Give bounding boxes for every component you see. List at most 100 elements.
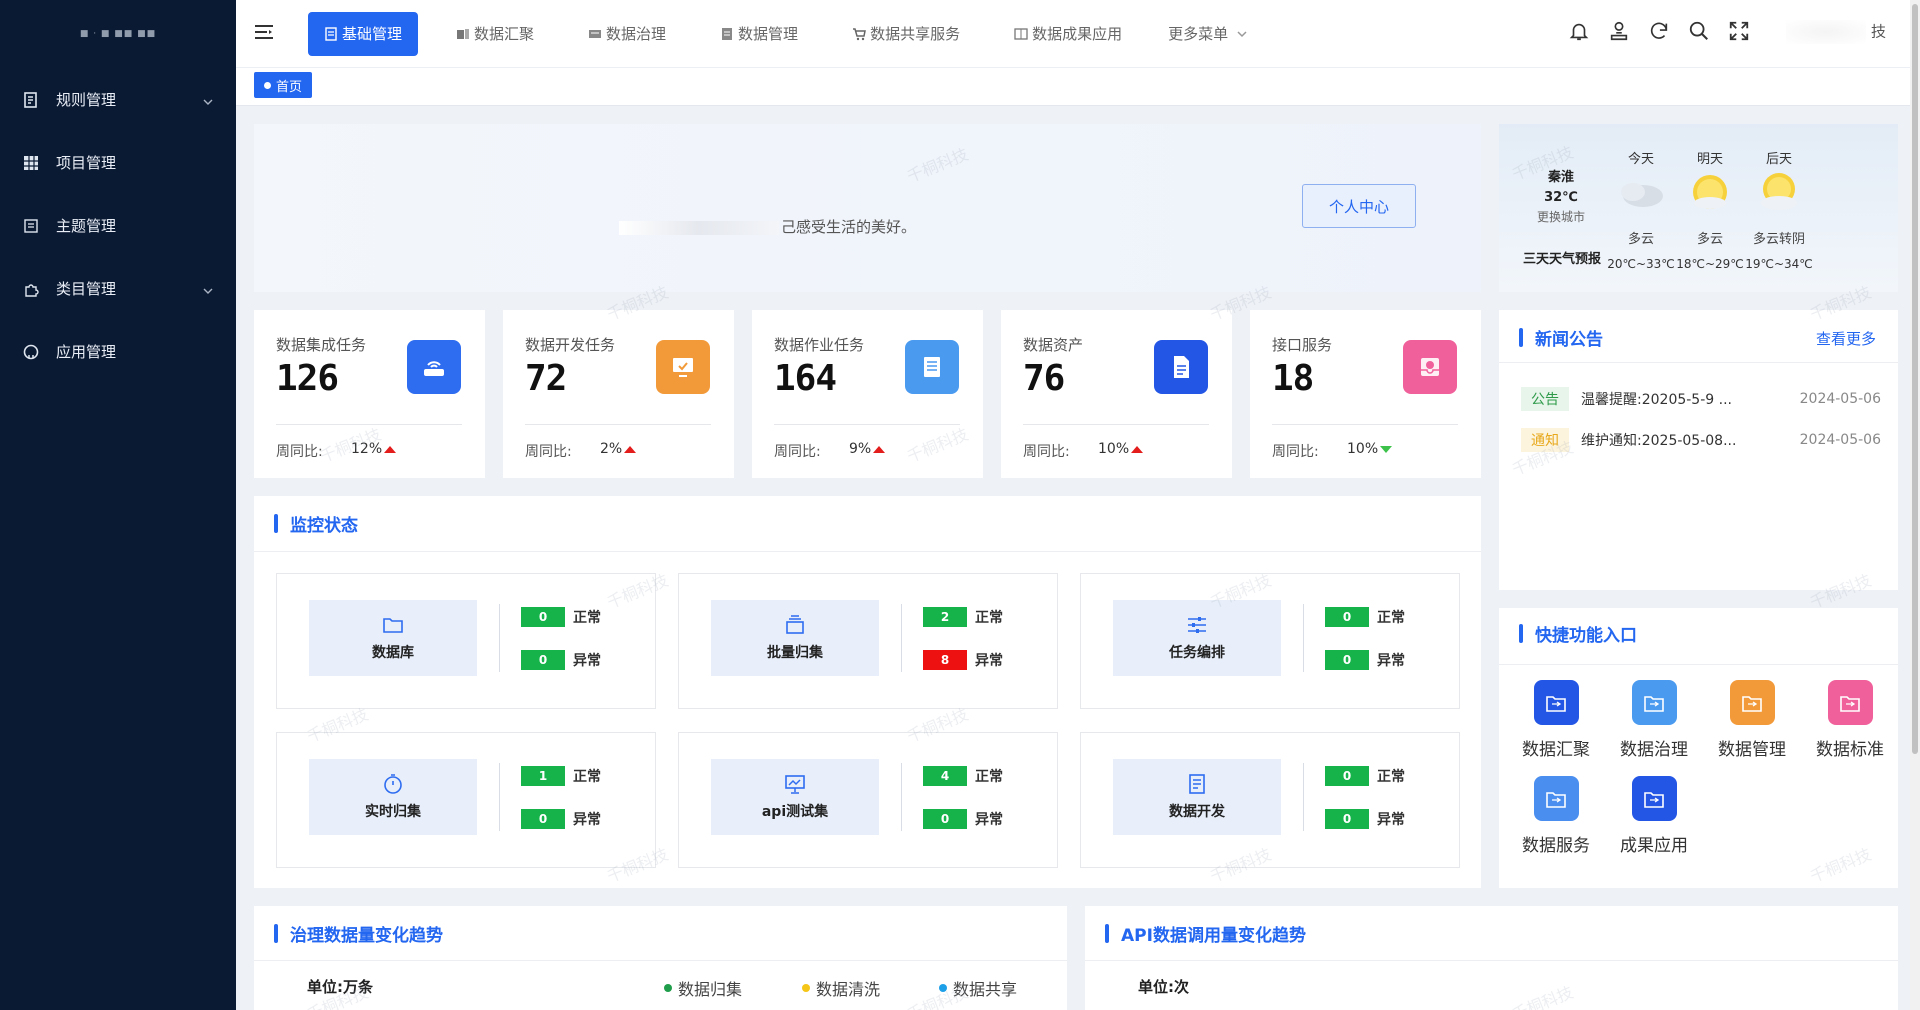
scrollbar-thumb[interactable] xyxy=(1912,4,1918,754)
forecast-day-label: 后天 xyxy=(1765,152,1792,167)
news-title-text: 新闻公告 xyxy=(1535,329,1603,350)
wow-percent: 10% xyxy=(1098,441,1130,457)
monitor-tile[interactable]: 数据开发 xyxy=(1113,759,1281,835)
collapse-menu-icon[interactable] xyxy=(254,24,278,44)
normal-label: 正常 xyxy=(975,769,1003,785)
monitor-tile[interactable]: api测试集 xyxy=(711,759,879,835)
fullscreen-icon[interactable] xyxy=(1728,20,1750,42)
abnormal-stat: 0 异常 xyxy=(923,809,1003,829)
folder-icon xyxy=(1631,776,1677,821)
welcome-banner: 己感受生活的美好。 个人中心 xyxy=(254,124,1481,292)
monitor-label: 数据开发 xyxy=(1169,804,1225,820)
sidebar-item-projects[interactable]: 项目管理 xyxy=(0,131,236,194)
news-tag: 公告 xyxy=(1521,387,1569,411)
monitor-tile[interactable]: 数据库 xyxy=(309,600,477,676)
abnormal-stat: 8 异常 xyxy=(923,650,1003,670)
quick-results-application[interactable]: 成果应用 xyxy=(1609,776,1699,856)
file-icon xyxy=(1154,340,1208,394)
trend-left-title-text: 治理数据量变化趋势 xyxy=(290,925,443,946)
quick-label: 数据汇聚 xyxy=(1522,740,1590,760)
app-logo[interactable]: ■ · ■ ■■ ■■ xyxy=(0,0,236,68)
integration-tasks-card[interactable]: 数据集成任务 126 周同比: 12% xyxy=(254,310,485,478)
tab-data-management[interactable]: 数据管理 xyxy=(704,12,814,56)
sidebar-item-topics[interactable]: 主题管理 xyxy=(0,194,236,257)
quick-data-aggregation[interactable]: 数据汇聚 xyxy=(1511,680,1601,760)
quick-data-standard[interactable]: 数据标准 xyxy=(1805,680,1895,760)
document-icon xyxy=(22,217,40,235)
job-tasks-card[interactable]: 数据作业任务 164 周同比: 9% xyxy=(752,310,983,478)
sidebar-item-label: 项目管理 xyxy=(56,154,117,172)
forecast-day-label: 今天 xyxy=(1627,152,1654,167)
page-scrollbar[interactable] xyxy=(1910,0,1920,1010)
welcome-message: 己感受生活的美好。 xyxy=(619,216,916,237)
more-menu-dropdown[interactable]: 更多菜单 xyxy=(1160,23,1256,44)
stat-title: 数据作业任务 xyxy=(774,336,865,354)
normal-stat: 2 正常 xyxy=(923,607,1003,627)
personal-center-button[interactable]: 个人中心 xyxy=(1302,184,1416,228)
tab-data-governance[interactable]: 数据治理 xyxy=(572,12,682,56)
avatar xyxy=(1786,20,1867,44)
monitor-tile[interactable]: 任务编排 xyxy=(1113,600,1281,676)
abnormal-label: 异常 xyxy=(1377,812,1405,828)
tab-basic-management[interactable]: 基础管理 xyxy=(308,11,419,56)
monitor-panel: 监控状态 数据库 0 正常 0 异常 批量归集 2 正常 8 异常 任务编排 0… xyxy=(254,496,1481,888)
list-doc-icon xyxy=(1186,773,1208,795)
presentation-icon xyxy=(784,773,806,795)
news-item[interactable]: 通知 维护通知:2025-05-08... 2024-05-06 xyxy=(1521,427,1881,453)
normal-stat: 0 正常 xyxy=(1325,766,1405,786)
bell-icon[interactable] xyxy=(1568,20,1590,42)
tab-data-results-application[interactable]: 数据成果应用 xyxy=(998,12,1138,56)
sidebar-item-categories[interactable]: 类目管理 xyxy=(0,257,236,320)
quick-data-service[interactable]: 数据服务 xyxy=(1511,776,1601,856)
normal-count-badge: 2 xyxy=(923,607,967,627)
stat-value: 72 xyxy=(525,358,567,399)
forecast-day: 今天 多云 20℃~33℃ xyxy=(1601,148,1681,271)
divider xyxy=(1085,960,1898,961)
monitor-icon xyxy=(656,340,710,394)
news-date: 2024-05-06 xyxy=(1799,391,1881,407)
weather-city-block: 秦淮 32℃ 更换城市 xyxy=(1529,166,1593,225)
news-item[interactable]: 公告 温馨提醒:20205-5-9 ... 2024-05-06 xyxy=(1521,386,1881,412)
tab-label: 数据治理 xyxy=(606,25,667,43)
tab-label: 基础管理 xyxy=(342,25,403,43)
tab-data-aggregation[interactable]: 数据汇聚 xyxy=(440,12,550,56)
book-icon xyxy=(905,340,959,394)
breadcrumb-home-tab[interactable]: 首页 xyxy=(254,72,313,98)
tab-data-sharing-service[interactable]: 数据共享服务 xyxy=(836,12,976,56)
legend-item[interactable]: 数据清洗 xyxy=(802,976,880,1000)
quick-data-governance[interactable]: 数据治理 xyxy=(1609,680,1699,760)
quick-label: 数据管理 xyxy=(1718,740,1786,760)
legend-item[interactable]: 数据共享 xyxy=(939,976,1017,1000)
stat-title: 数据集成任务 xyxy=(276,336,367,354)
user-menu[interactable]: 技 xyxy=(1786,20,1886,44)
divider xyxy=(254,551,1481,552)
abnormal-count-badge: 0 xyxy=(1325,809,1369,829)
monitor-label: 批量归集 xyxy=(767,645,823,661)
monitor-item: 数据开发 0 正常 0 异常 xyxy=(1080,732,1460,868)
chevron-down-icon xyxy=(1236,28,1248,40)
weather-city: 秦淮 xyxy=(1547,170,1574,185)
tab-icon xyxy=(456,27,470,41)
data-assets-card[interactable]: 数据资产 76 周同比: 10% xyxy=(1001,310,1232,478)
development-tasks-card[interactable]: 数据开发任务 72 周同比: 2% xyxy=(503,310,734,478)
blurred-text xyxy=(619,220,779,235)
wow-percent: 12% xyxy=(351,441,383,457)
chevron-down-icon xyxy=(202,94,214,106)
view-more-link[interactable]: 查看更多 xyxy=(1816,328,1876,349)
sidebar-item-rules[interactable]: 规则管理 xyxy=(0,68,236,131)
refresh-icon[interactable] xyxy=(1648,20,1670,42)
legend-item[interactable]: 数据归集 xyxy=(664,976,742,1000)
divider xyxy=(901,604,902,672)
sidebar-item-applications[interactable]: 应用管理 xyxy=(0,320,236,383)
change-city-link[interactable]: 更换城市 xyxy=(1529,208,1593,225)
quick-data-management[interactable]: 数据管理 xyxy=(1707,680,1797,760)
api-services-card[interactable]: 接口服务 18 周同比: 10% xyxy=(1250,310,1481,478)
normal-count-badge: 0 xyxy=(521,607,565,627)
wow-percent: 10% xyxy=(1347,441,1379,457)
title-bar xyxy=(1519,327,1523,347)
search-icon[interactable] xyxy=(1688,20,1710,42)
monitor-tile[interactable]: 实时归集 xyxy=(309,759,477,835)
user-stamp-icon[interactable] xyxy=(1608,20,1630,42)
monitor-tile[interactable]: 批量归集 xyxy=(711,600,879,676)
monitor-label: 数据库 xyxy=(372,645,414,661)
